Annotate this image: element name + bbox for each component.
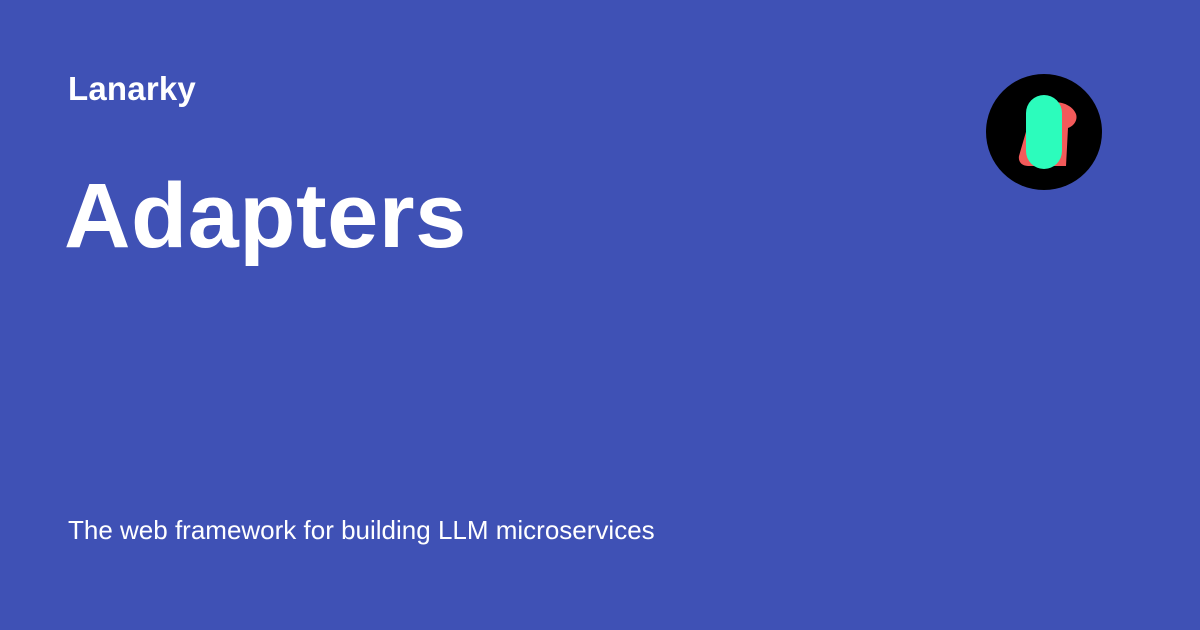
social-card: Lanarky Adapters The web framework for b… xyxy=(0,0,1200,630)
tagline: The web framework for building LLM micro… xyxy=(68,515,655,545)
lanarky-logo-icon xyxy=(986,74,1102,190)
logo-pill xyxy=(1026,95,1062,169)
site-name: Lanarky xyxy=(68,70,196,107)
page-title: Adapters xyxy=(64,165,467,267)
